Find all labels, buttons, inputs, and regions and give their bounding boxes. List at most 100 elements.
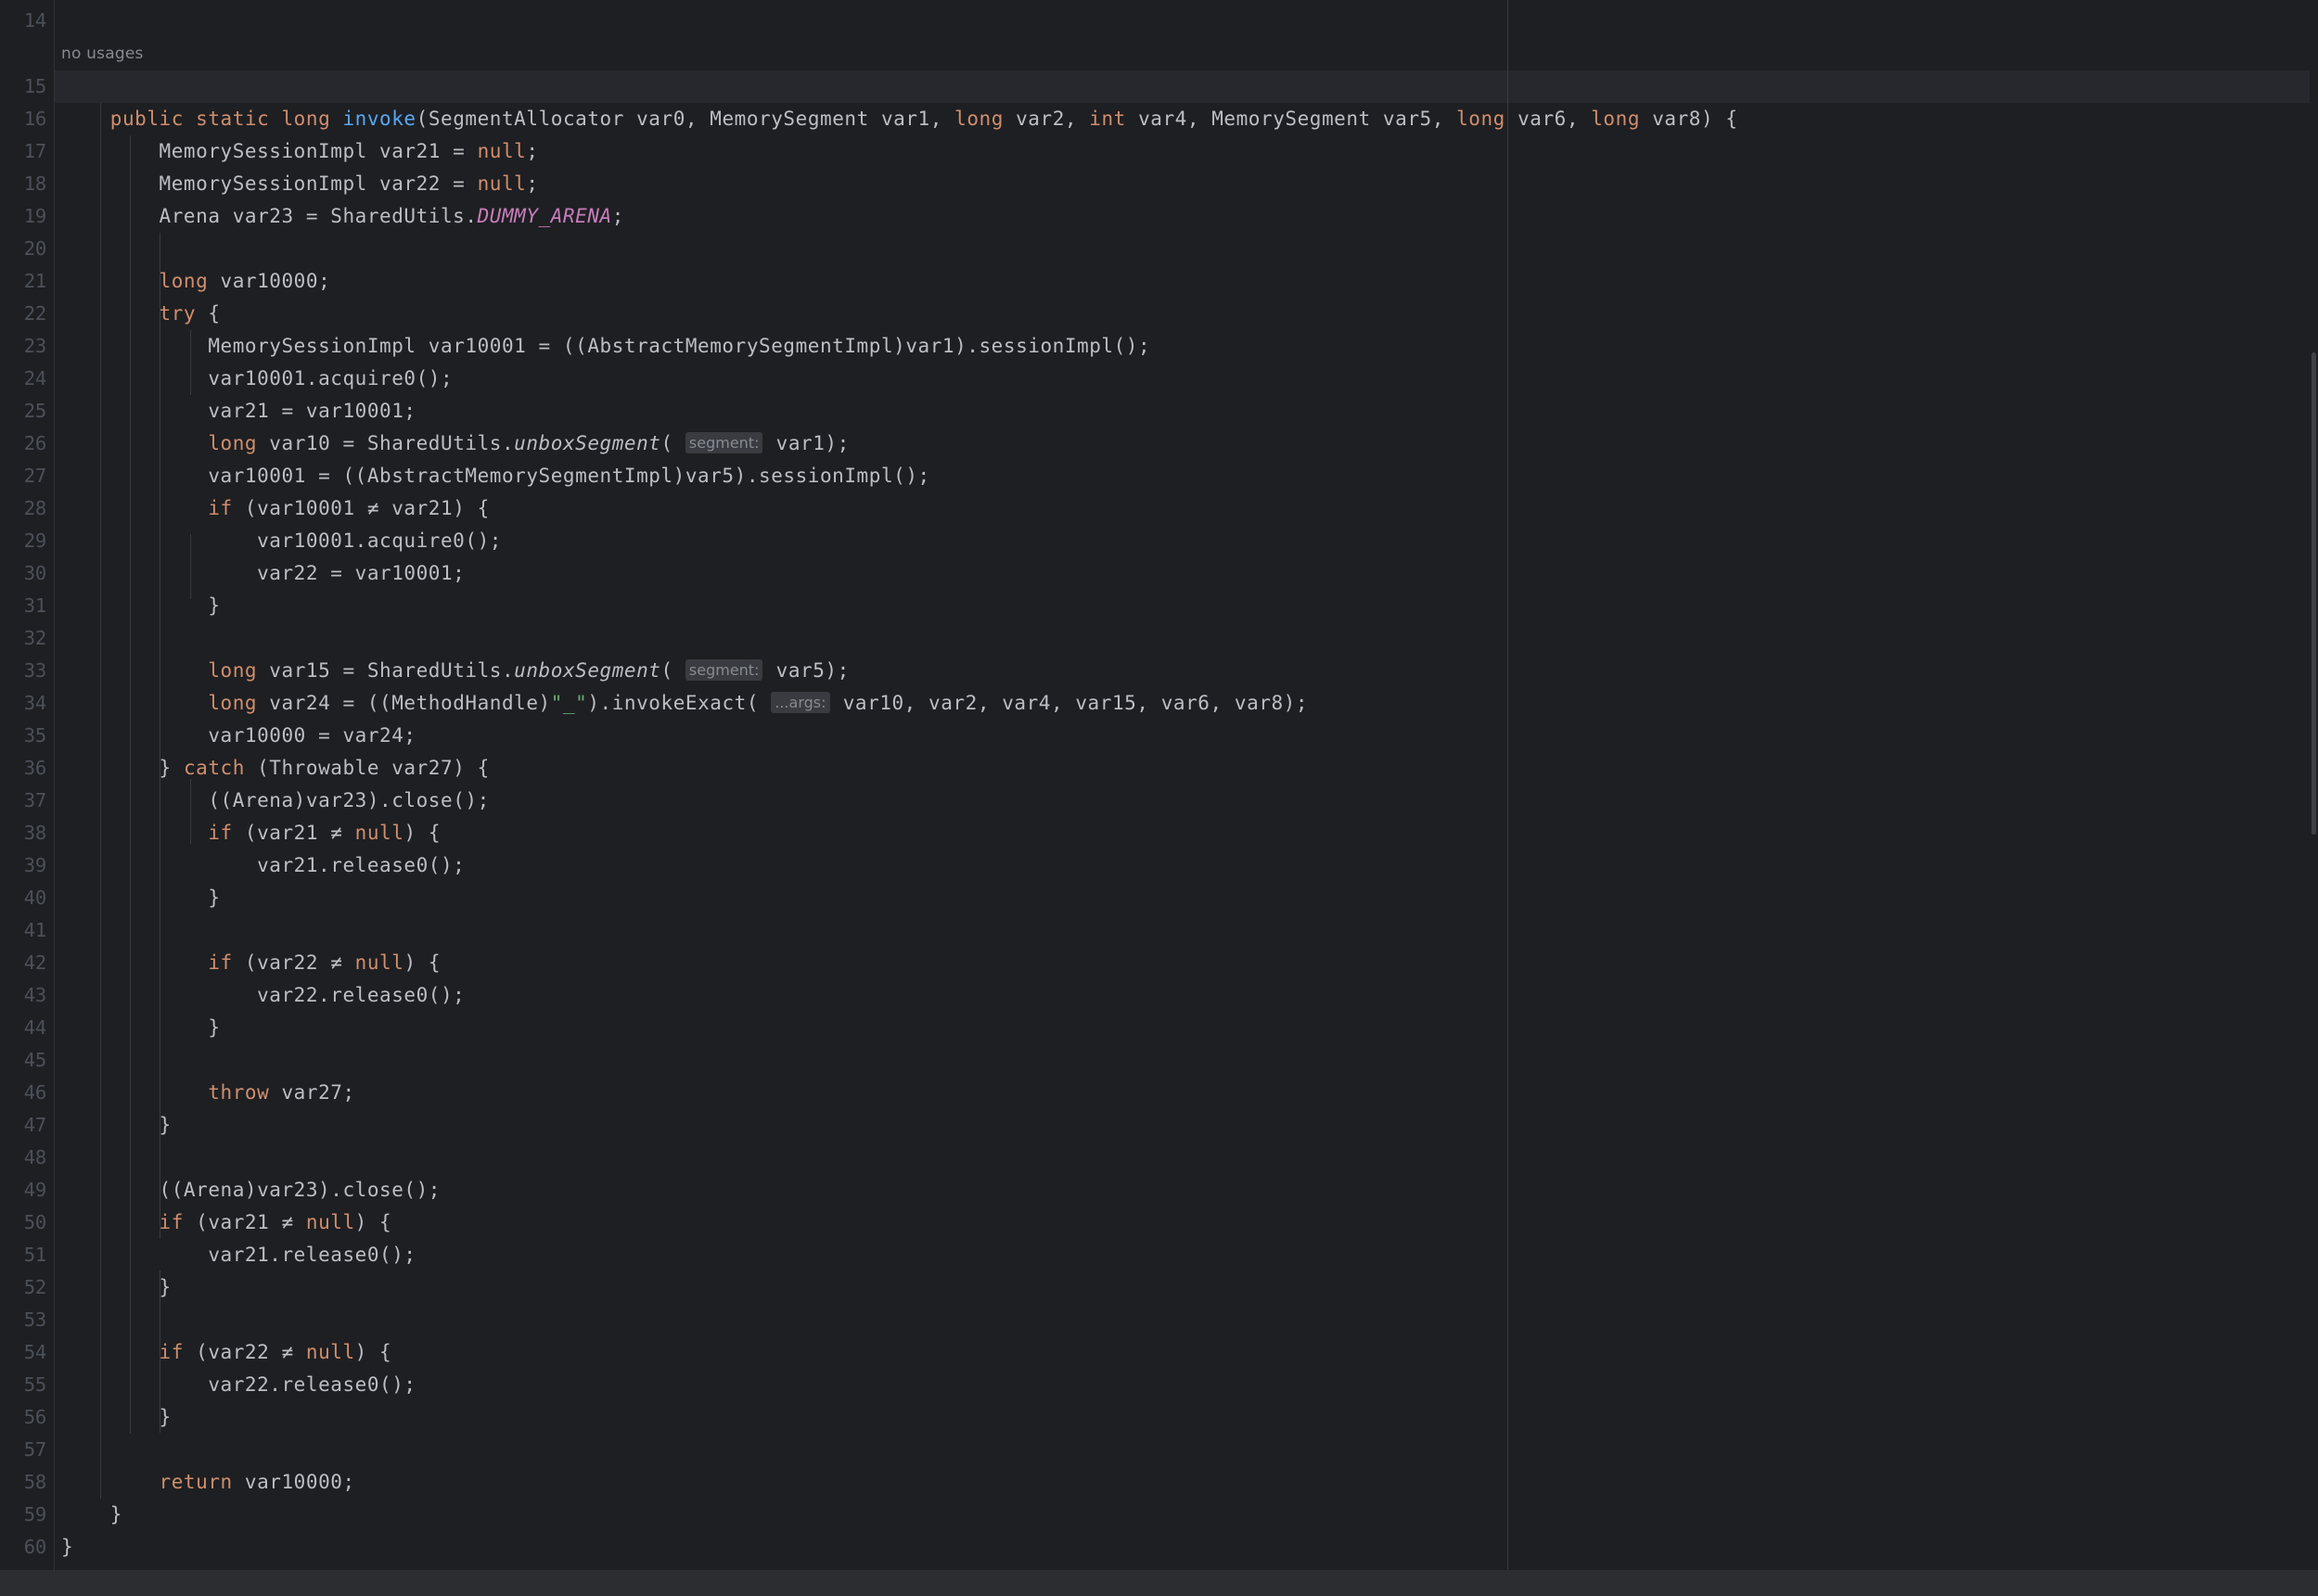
code-line-42: if (var22 ≠ null) { [208,951,442,974]
line-number: 24 [23,367,46,389]
code-line-18: MemorySessionImpl var22 = null; [159,172,539,195]
line-number: 38 [23,822,46,844]
line-number: 42 [23,951,46,974]
line-number: 43 [23,984,46,1006]
code-line-54: if (var22 ≠ null) { [159,1341,392,1363]
code-line-44: } [208,1016,221,1039]
code-line-55: var22.release0(); [208,1373,416,1396]
line-number: 46 [23,1081,46,1104]
code-line-26: long var10 = SharedUtils.unboxSegment( s… [208,432,850,454]
line-number: 41 [23,919,46,941]
code-line-36: } catch (Throwable var27) { [159,757,490,779]
line-number: 27 [23,465,46,487]
code-line-35: var10000 = var24; [208,724,416,747]
line-number: 26 [23,432,46,454]
line-number: 52 [23,1276,46,1298]
line-number: 35 [23,724,46,747]
line-number: 40 [23,887,46,909]
gutter-border [54,0,55,1570]
indent-guide [100,103,101,1499]
code-line-24: var10001.acquire0(); [208,367,454,389]
line-number: 31 [23,594,46,617]
code-line-13: import jdk.internal.foreign.MemorySessio… [61,0,624,5]
line-number: 53 [23,1309,46,1331]
line-number: 18 [23,172,46,195]
line-number: 45 [23,1049,46,1071]
vertical-scrollbar[interactable] [2310,0,2318,1570]
inlay-hint-segment[interactable]: segment: [685,659,763,681]
vertical-scrollbar-thumb[interactable] [2312,352,2316,835]
code-line-56: } [159,1406,172,1428]
caret-row-highlight [0,70,2318,103]
code-line-28: if (var10001 ≠ var21) { [208,497,490,519]
code-line-46: throw var27; [208,1081,355,1104]
line-number: 28 [23,497,46,519]
line-number: 25 [23,400,46,422]
line-number: 32 [23,627,46,649]
status-bar [0,1569,2318,1596]
line-number-column: 13 14 15 16 17 18 19 20 21 22 23 24 25 2… [0,0,54,1570]
line-number: 56 [23,1406,46,1428]
code-line-27: var10001 = ((AbstractMemorySegmentImpl)v… [208,465,930,487]
code-line-19: Arena var23 = SharedUtils.DUMMY_ARENA; [159,205,624,227]
line-number: 54 [23,1341,46,1363]
editor-scroll-area[interactable]: 13 14 15 16 17 18 19 20 21 22 23 24 25 2… [0,0,2318,1570]
line-number: 15 [23,75,46,97]
code-line-25: var21 = var10001; [208,400,416,422]
code-line-50: if (var21 ≠ null) { [159,1211,392,1233]
line-number: 30 [23,562,46,584]
line-number: 55 [23,1373,46,1396]
code-line-30: var22 = var10001; [257,562,466,584]
code-line-51: var21.release0(); [208,1244,416,1266]
code-line-60: } [61,1536,74,1558]
line-number: 49 [23,1179,46,1201]
code-line-16: public static long invoke(SegmentAllocat… [109,108,1738,130]
line-number: 59 [23,1503,46,1526]
line-number: 57 [23,1438,46,1461]
code-line-40: } [208,887,221,909]
code-vision-no-usages[interactable]: no usages [61,38,144,70]
line-number: 29 [23,530,46,552]
line-number: 44 [23,1016,46,1039]
line-number: 17 [23,140,46,162]
line-number: 39 [23,854,46,876]
right-margin-guide [1507,0,1508,1570]
line-number: 37 [23,789,46,811]
line-number: 60 [23,1536,46,1558]
line-number: 21 [23,270,46,292]
code-line-31: } [208,594,221,617]
inlay-hint-args[interactable]: ...args: [771,692,830,713]
line-number: 23 [23,335,46,357]
line-number: 14 [23,9,46,32]
line-number: 51 [23,1244,46,1266]
code-line-23: MemorySessionImpl var10001 = ((AbstractM… [208,335,1151,357]
code-line-37: ((Arena)var23).close(); [208,789,490,811]
code-line-58: return var10000; [159,1471,355,1493]
line-number: 36 [23,757,46,779]
line-number: 19 [23,205,46,227]
code-text-layer[interactable]: import jdk.internal.foreign.MemorySessio… [0,0,2318,1570]
code-line-59: } [109,1503,122,1526]
code-line-34: long var24 = ((MethodHandle)"_").invokeE… [208,692,1309,714]
inlay-hint-segment[interactable]: segment: [685,432,763,453]
indent-guide [190,779,191,844]
code-line-49: ((Arena)var23).close(); [159,1179,441,1201]
code-line-22: try { [159,302,221,325]
code-line-21: long var10000; [159,270,331,292]
line-number: 34 [23,692,46,714]
code-line-47: } [159,1114,172,1136]
code-line-17: MemorySessionImpl var21 = null; [159,140,539,162]
code-line-38: if (var21 ≠ null) { [208,822,442,844]
indent-guide [190,534,191,599]
line-number: 22 [23,302,46,325]
line-number: 58 [23,1471,46,1493]
line-number: 16 [23,108,46,130]
line-number: 20 [23,237,46,260]
